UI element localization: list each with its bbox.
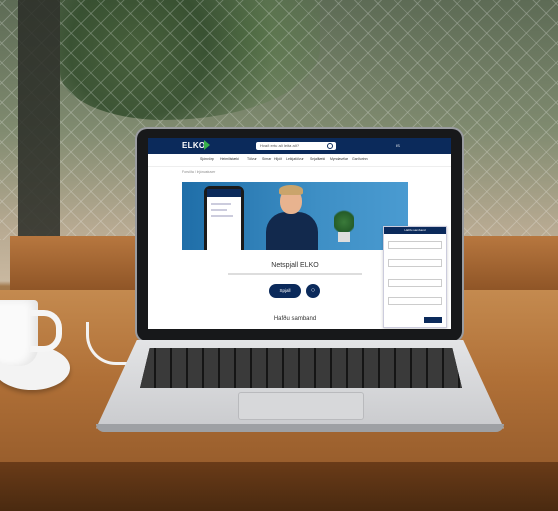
contact-panel: Hafðu samband	[383, 226, 447, 328]
phone-text-line	[211, 209, 227, 211]
phone-text-line	[211, 215, 233, 217]
panel-field[interactable]	[388, 241, 442, 249]
nav-item[interactable]: Leikjatölvur	[286, 157, 304, 161]
nav-item[interactable]: Hljóð	[274, 157, 282, 161]
phone-text-line	[211, 203, 231, 205]
laptop-trackpad	[238, 392, 364, 420]
laptop-base-lip	[96, 424, 504, 432]
search-icon[interactable]	[327, 143, 333, 149]
section-title: Hafðu samband	[273, 316, 317, 322]
nav-item[interactable]: Garðurinn	[352, 157, 368, 161]
language-switch[interactable]: IS	[396, 143, 400, 148]
nav-item[interactable]: Myndavélar	[330, 157, 348, 161]
nav-item[interactable]: Símar	[262, 157, 271, 161]
agent-hair	[279, 185, 303, 195]
laptop-screen: ELKO Hvað ertu að leita að? IS Sjónvörp …	[148, 138, 451, 329]
nav-item[interactable]: Snjalltæki	[310, 157, 325, 161]
photo-scene: ELKO Hvað ertu að leita að? IS Sjónvörp …	[0, 0, 558, 511]
breadcrumb[interactable]: Forsíða / Þjónustuver	[182, 170, 215, 174]
nav-item[interactable]: Tölvur	[247, 157, 257, 161]
site-nav: Sjónvörp Heimilistæki Tölvur Símar Hljóð…	[148, 154, 451, 167]
phone-header	[207, 189, 241, 197]
site-search-input[interactable]: Hvað ertu að leita að?	[256, 142, 336, 150]
search-placeholder: Hvað ertu að leita að?	[260, 143, 300, 148]
coffee-cup-handle	[30, 310, 62, 352]
window-pillar	[18, 0, 60, 240]
chat-bubble-icon[interactable]: ○	[306, 284, 320, 298]
hero-banner	[182, 182, 408, 250]
panel-field[interactable]	[388, 259, 442, 267]
table-edge	[0, 462, 558, 511]
agent-body	[266, 212, 318, 250]
panel-submit-button[interactable]	[424, 317, 442, 323]
panel-field[interactable]	[388, 279, 442, 287]
panel-title: Hafðu samband	[384, 227, 446, 234]
phone-mockup	[204, 186, 244, 250]
plant-pot	[338, 232, 350, 242]
spjall-button[interactable]: Spjall	[269, 284, 301, 298]
nav-item[interactable]: Heimilistæki	[220, 157, 239, 161]
logo-chevron-icon	[204, 140, 210, 150]
site-header: ELKO Hvað ertu að leita að? IS	[148, 138, 451, 154]
page-title: Netspjall ELKO	[271, 262, 319, 269]
laptop-keyboard	[140, 348, 462, 388]
panel-field[interactable]	[388, 297, 442, 305]
site-logo[interactable]: ELKO	[182, 141, 205, 150]
subtitle-text	[228, 273, 362, 275]
nav-item[interactable]: Sjónvörp	[200, 157, 214, 161]
